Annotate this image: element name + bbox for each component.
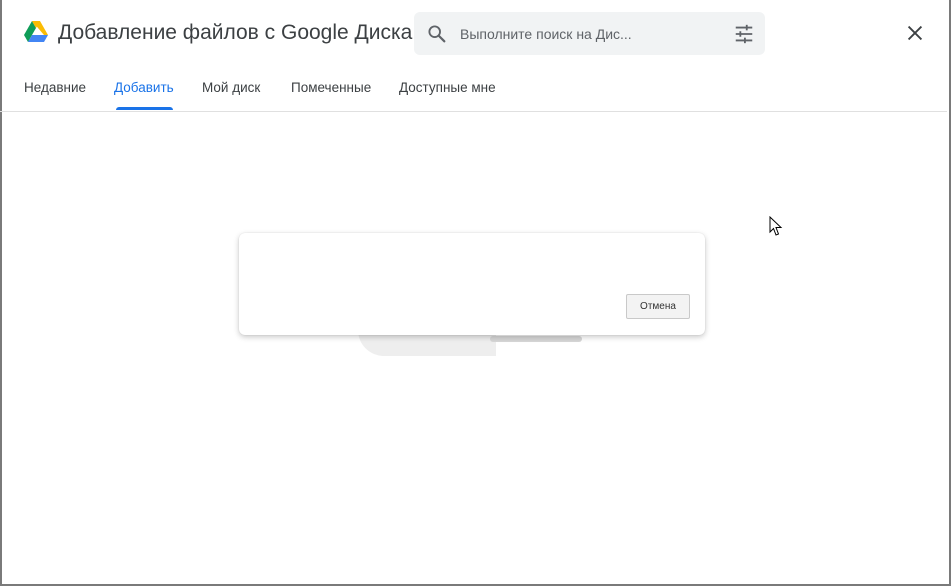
- search-input[interactable]: [460, 12, 720, 55]
- tab-starred[interactable]: Помеченные: [291, 80, 371, 95]
- background-illustration-bar: [490, 336, 582, 342]
- search-bar[interactable]: [414, 12, 765, 55]
- tune-icon[interactable]: [733, 23, 755, 45]
- close-icon[interactable]: [904, 22, 926, 44]
- google-drive-logo: [24, 21, 48, 42]
- active-tab-indicator: [116, 107, 173, 110]
- tab-upload[interactable]: Добавить: [114, 80, 174, 95]
- page-title: Добавление файлов с Google Диска: [58, 21, 413, 44]
- search-icon[interactable]: [426, 23, 448, 45]
- tab-shared-with-me[interactable]: Доступные мне: [399, 80, 496, 95]
- tab-my-drive[interactable]: Мой диск: [202, 80, 260, 95]
- tab-bar: Недавние Добавить Мой диск Помеченные До…: [0, 68, 947, 112]
- cancel-button[interactable]: Отмена: [626, 294, 690, 319]
- mouse-pointer-icon: [769, 216, 783, 236]
- picker-header: Добавление файлов с Google Диска: [0, 0, 951, 68]
- tab-recent[interactable]: Недавние: [24, 80, 86, 95]
- progress-dialog: Отмена: [239, 233, 705, 335]
